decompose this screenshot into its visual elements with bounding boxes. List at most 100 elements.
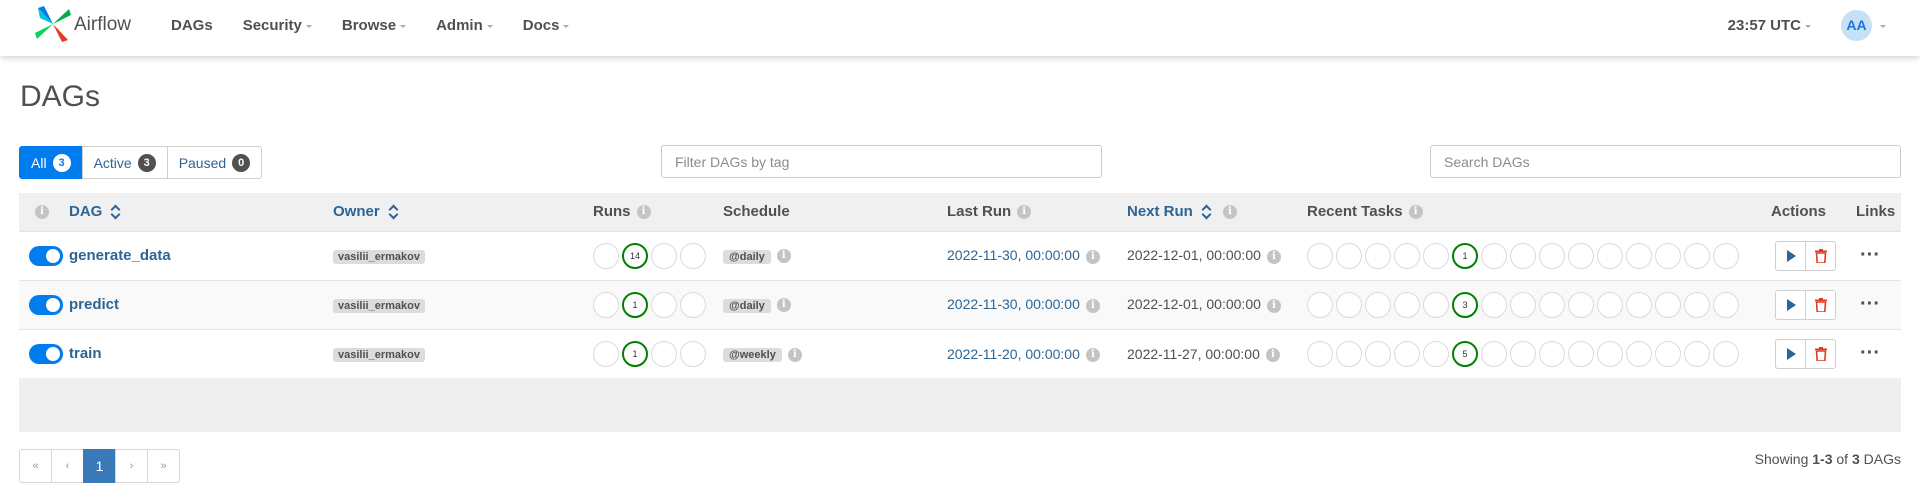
info-icon[interactable]: i [776, 298, 791, 313]
task-success-circle[interactable]: 1 [1452, 242, 1478, 269]
owner-tag[interactable]: vasilii_ermakov [333, 299, 425, 313]
nav-security[interactable]: Security [243, 17, 312, 34]
info-icon[interactable]: i [35, 205, 49, 220]
nav-admin[interactable]: Admin [436, 17, 493, 34]
filter-active-button[interactable]: Active 3 [81, 146, 168, 179]
task-state-circle[interactable] [1684, 242, 1710, 269]
delete-dag-button[interactable] [1805, 338, 1836, 369]
info-icon[interactable]: i [1085, 298, 1100, 313]
sort-icon[interactable] [110, 204, 120, 220]
task-state-circle[interactable] [1510, 242, 1536, 269]
info-icon[interactable]: i [1222, 205, 1237, 220]
run-state-circle[interactable] [680, 291, 706, 318]
task-state-circle[interactable] [1655, 242, 1681, 269]
schedule-tag[interactable]: @daily [723, 299, 771, 313]
header-owner[interactable]: Owner [323, 193, 583, 231]
run-success-circle[interactable]: 1 [622, 291, 648, 318]
schedule-tag[interactable]: @weekly [723, 348, 782, 363]
task-state-circle[interactable] [1713, 291, 1739, 318]
task-state-circle[interactable] [1626, 340, 1652, 367]
task-state-circle[interactable] [1568, 340, 1594, 367]
task-state-circle[interactable] [1336, 242, 1362, 269]
task-state-circle[interactable] [1394, 291, 1420, 318]
info-icon[interactable]: i [1017, 205, 1032, 220]
user-menu[interactable]: AA [1841, 9, 1886, 41]
info-icon[interactable]: i [776, 249, 791, 264]
info-icon[interactable]: i [1085, 249, 1100, 264]
info-icon[interactable]: i [1265, 347, 1280, 362]
task-success-circle[interactable]: 5 [1452, 340, 1478, 367]
more-horizontal-icon[interactable]: ··· [1860, 293, 1880, 315]
task-state-circle[interactable] [1307, 291, 1333, 318]
task-state-circle[interactable] [1713, 242, 1739, 269]
nav-docs[interactable]: Docs [523, 17, 570, 34]
run-state-circle[interactable] [651, 291, 677, 318]
task-state-circle[interactable] [1626, 291, 1652, 318]
pause-toggle[interactable] [29, 343, 63, 364]
task-state-circle[interactable] [1423, 340, 1449, 367]
task-state-circle[interactable] [1307, 242, 1333, 269]
owner-tag[interactable]: vasilii_ermakov [333, 348, 425, 363]
task-state-circle[interactable] [1481, 291, 1507, 318]
task-state-circle[interactable] [1307, 340, 1333, 367]
filter-all-button[interactable]: All 3 [19, 146, 83, 179]
task-state-circle[interactable] [1568, 291, 1594, 318]
task-success-circle[interactable]: 3 [1452, 291, 1478, 318]
task-state-circle[interactable] [1684, 291, 1710, 318]
page-last-button[interactable]: » [147, 449, 180, 483]
dag-link[interactable]: generate_data [69, 247, 171, 264]
task-state-circle[interactable] [1423, 242, 1449, 269]
pause-toggle[interactable] [29, 294, 63, 315]
more-horizontal-icon[interactable]: ··· [1860, 244, 1880, 266]
owner-tag[interactable]: vasilii_ermakov [333, 250, 425, 264]
task-state-circle[interactable] [1597, 340, 1623, 367]
task-state-circle[interactable] [1597, 242, 1623, 269]
task-state-circle[interactable] [1394, 242, 1420, 269]
brand[interactable]: Airflow [34, 4, 131, 44]
page-first-button[interactable]: « [19, 449, 52, 483]
run-success-circle[interactable]: 1 [622, 340, 648, 367]
last-run-link[interactable]: 2022-11-20, 00:00:00 [947, 346, 1080, 362]
task-state-circle[interactable] [1539, 291, 1565, 318]
task-state-circle[interactable] [1481, 340, 1507, 367]
task-state-circle[interactable] [1655, 291, 1681, 318]
task-state-circle[interactable] [1539, 242, 1565, 269]
info-icon[interactable]: i [1266, 298, 1281, 313]
task-state-circle[interactable] [1365, 340, 1391, 367]
task-state-circle[interactable] [1684, 340, 1710, 367]
run-state-circle[interactable] [593, 340, 619, 367]
header-next-run[interactable]: Next Run i [1117, 193, 1297, 231]
task-state-circle[interactable] [1336, 291, 1362, 318]
task-state-circle[interactable] [1365, 291, 1391, 318]
nav-browse[interactable]: Browse [342, 17, 407, 34]
info-icon[interactable]: i [1085, 347, 1100, 362]
task-state-circle[interactable] [1597, 291, 1623, 318]
page-next-button[interactable]: › [115, 449, 148, 483]
info-icon[interactable]: i [636, 205, 651, 220]
search-input[interactable] [1430, 145, 1901, 178]
task-state-circle[interactable] [1481, 242, 1507, 269]
last-run-link[interactable]: 2022-11-30, 00:00:00 [947, 247, 1080, 263]
task-state-circle[interactable] [1394, 340, 1420, 367]
delete-dag-button[interactable] [1805, 240, 1836, 271]
run-state-circle[interactable] [651, 340, 677, 367]
page-current-button[interactable]: 1 [83, 449, 116, 483]
sort-icon[interactable] [388, 204, 398, 220]
more-horizontal-icon[interactable]: ··· [1860, 342, 1880, 364]
task-state-circle[interactable] [1510, 340, 1536, 367]
task-state-circle[interactable] [1423, 291, 1449, 318]
trigger-dag-button[interactable] [1775, 338, 1806, 369]
task-state-circle[interactable] [1510, 291, 1536, 318]
task-state-circle[interactable] [1365, 242, 1391, 269]
dag-link[interactable]: train [69, 345, 102, 362]
tag-filter-input[interactable] [661, 145, 1102, 178]
delete-dag-button[interactable] [1805, 289, 1836, 320]
info-icon[interactable]: i [787, 347, 802, 362]
last-run-link[interactable]: 2022-11-30, 00:00:00 [947, 296, 1080, 312]
info-icon[interactable]: i [1266, 249, 1281, 264]
run-success-circle[interactable]: 14 [622, 242, 648, 269]
trigger-dag-button[interactable] [1775, 289, 1806, 320]
header-dag[interactable]: DAG [59, 193, 323, 231]
task-state-circle[interactable] [1568, 242, 1594, 269]
sort-icon[interactable] [1201, 204, 1211, 220]
